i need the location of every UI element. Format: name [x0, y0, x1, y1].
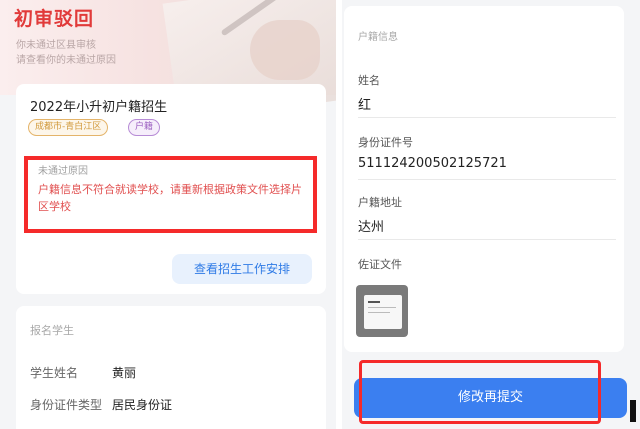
header-subtitle-2: 请查看你的未通过原因 [16, 55, 116, 66]
submit-highlight-box [359, 360, 601, 424]
divider-line [358, 117, 616, 118]
divider-line [358, 239, 616, 240]
evidence-document-thumbnail[interactable] [356, 285, 408, 337]
student-name-value: 黄丽 [112, 366, 137, 380]
view-schedule-button[interactable]: 查看招生工作安排 [172, 254, 312, 284]
edge-mark [630, 400, 636, 422]
hand-illustration [250, 20, 320, 80]
divider-line [358, 179, 616, 180]
right-panel: 户籍信息 姓名 红 身份证件号 511124200502125721 户籍地址 … [342, 0, 640, 429]
rejection-header: 初审驳回 你未通过区县审核 请查看你的未通过原因 [0, 0, 336, 123]
id-type-value: 居民身份证 [112, 398, 173, 412]
id-type-label: 身份证件类型 [30, 398, 103, 412]
hukou-tag: 户籍 [128, 119, 161, 136]
hukou-info-card: 户籍信息 姓名 红 身份证件号 511124200502125721 户籍地址 … [344, 6, 624, 352]
application-card: 2022年小升初户籍招生 成都市-青白江区 户籍 未通过原因 户籍信息不符合就读… [16, 84, 326, 294]
address-label: 户籍地址 [358, 196, 402, 209]
evidence-label: 佐证文件 [358, 258, 402, 271]
program-title: 2022年小升初户籍招生 [30, 100, 168, 115]
student-card: 报名学生 学生姓名 黄丽 身份证件类型 居民身份证 [16, 306, 326, 429]
rejection-reason-box: 未通过原因 户籍信息不符合就读学校，请重新根据政策文件选择片区学校 [24, 156, 317, 233]
district-tag: 成都市-青白江区 [28, 119, 109, 136]
address-value: 达州 [358, 220, 385, 235]
rejection-reason-text: 户籍信息不符合就读学校，请重新根据政策文件选择片区学校 [38, 183, 302, 213]
header-subtitle-1: 你未通过区县审核 [16, 40, 96, 51]
name-value: 红 [358, 98, 372, 113]
left-panel: 初审驳回 你未通过区县审核 请查看你的未通过原因 2022年小升初户籍招生 成都… [0, 0, 336, 429]
name-label: 姓名 [358, 74, 380, 87]
id-number-value: 511124200502125721 [358, 156, 507, 171]
hukou-section-title: 户籍信息 [358, 32, 398, 43]
id-number-label: 身份证件号 [358, 136, 413, 149]
page-title: 初审驳回 [14, 8, 95, 30]
rejection-reason-label: 未通过原因 [38, 166, 88, 177]
student-name-label: 学生姓名 [30, 366, 79, 380]
document-icon [364, 295, 402, 329]
student-section-title: 报名学生 [30, 324, 74, 337]
